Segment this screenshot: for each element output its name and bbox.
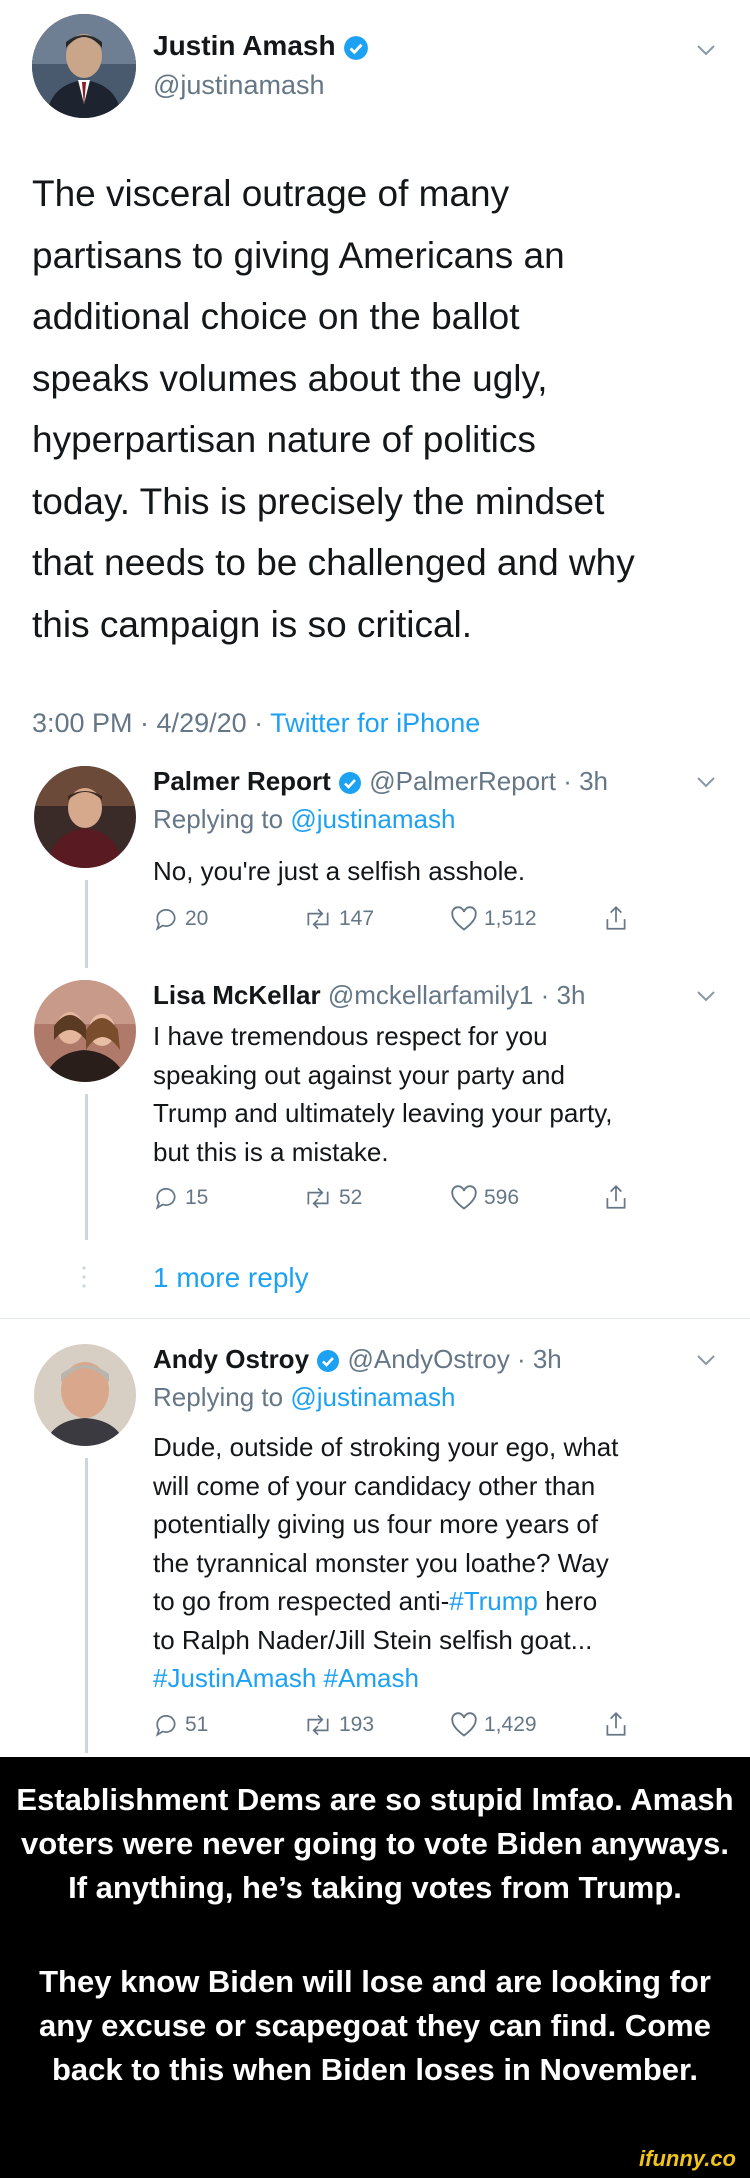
person-avatar-icon — [34, 766, 136, 868]
thread-line — [85, 880, 88, 968]
reply-header: Lisa McKellar @mckellarfamily1 · 3h — [153, 980, 585, 1011]
reply-header: Andy Ostroy @AndyOstroy · 3h — [153, 1344, 562, 1375]
retweet-icon — [307, 1714, 329, 1736]
reply-author-name[interactable]: Lisa McKellar — [153, 980, 321, 1010]
retweet-action[interactable]: 147 — [303, 906, 374, 932]
verified-badge-icon — [317, 1350, 340, 1373]
reply-header: Palmer Report @PalmerReport · 3h — [153, 766, 608, 797]
thread-dots-icon — [82, 1266, 86, 1288]
person-avatar-icon — [34, 980, 136, 1082]
reply-handle-time[interactable]: @PalmerReport · 3h — [369, 766, 608, 796]
chevron-down-icon[interactable] — [696, 990, 716, 1002]
more-replies-link[interactable]: 1 more reply — [153, 1262, 309, 1294]
verified-badge-icon — [344, 35, 369, 60]
like-action[interactable]: 1,429 — [450, 1712, 537, 1738]
reply-action[interactable]: 51 — [153, 1712, 208, 1738]
reply-author-name[interactable]: Palmer Report — [153, 766, 331, 796]
ifunny-watermark: ifunny.co — [639, 2146, 736, 2171]
hashtag-links[interactable]: #JustinAmash #Amash — [153, 1659, 713, 1698]
replying-to-link[interactable]: @justinamash — [290, 804, 455, 834]
heart-icon — [451, 906, 477, 931]
caption-paragraph-1: Establishment Dems are so stupid lmfao. … — [16, 1782, 734, 1905]
main-tweet-text: The visceral outrage of many partisans t… — [32, 173, 635, 645]
divider — [0, 1318, 750, 1319]
share-icon — [606, 1185, 626, 1209]
share-action[interactable] — [604, 904, 628, 932]
heart-icon — [451, 1185, 477, 1210]
replying-to: Replying to @justinamash — [153, 804, 456, 834]
reply-avatar-lisa[interactable] — [34, 980, 136, 1082]
hashtag-link[interactable]: #Trump — [449, 1586, 538, 1616]
tweet-timestamp: 3:00 PM · 4/29/20 · — [32, 708, 271, 738]
reply-handle-time[interactable]: @AndyOstroy · 3h — [348, 1344, 562, 1374]
comment-icon — [155, 1188, 176, 1210]
heart-icon — [451, 1712, 477, 1737]
share-icon — [606, 1712, 626, 1736]
retweet-icon — [307, 908, 329, 930]
comment-icon — [155, 909, 176, 931]
main-tweet-meta: 3:00 PM · 4/29/20 · Twitter for iPhone — [32, 708, 480, 739]
reply-action[interactable]: 20 — [153, 906, 208, 932]
like-action[interactable]: 1,512 — [450, 906, 537, 932]
reply-text: I have tremendous respect for you speaki… — [153, 1021, 613, 1167]
thread-line — [85, 1458, 88, 1753]
share-action[interactable] — [604, 1183, 628, 1211]
reply-text: Dude, outside of stroking your ego, what… — [153, 1428, 713, 1698]
chevron-down-icon[interactable] — [696, 776, 716, 788]
reply-author-name[interactable]: Andy Ostroy — [153, 1344, 309, 1374]
like-action[interactable]: 596 — [450, 1185, 519, 1211]
reply-avatar-palmer[interactable] — [34, 766, 136, 868]
share-action[interactable] — [604, 1710, 628, 1738]
reply-handle-time[interactable]: @mckellarfamily1 · 3h — [328, 980, 586, 1010]
caption-paragraph-2: They know Biden will lose and are lookin… — [39, 1964, 711, 2087]
person-avatar-icon — [34, 1344, 136, 1446]
chevron-down-icon[interactable] — [696, 1354, 716, 1366]
reply-text: No, you're just a selfish asshole. — [153, 856, 526, 886]
share-icon — [606, 906, 626, 930]
retweet-action[interactable]: 193 — [303, 1712, 374, 1738]
comment-icon — [155, 1715, 176, 1737]
reply-action[interactable]: 15 — [153, 1185, 208, 1211]
verified-badge-icon — [338, 772, 361, 795]
tweet-source-link[interactable]: Twitter for iPhone — [270, 708, 480, 738]
retweet-action[interactable]: 52 — [303, 1185, 362, 1211]
person-avatar-icon — [32, 14, 136, 118]
main-avatar[interactable] — [32, 14, 136, 118]
main-author-handle[interactable]: @justinamash — [153, 70, 324, 101]
retweet-icon — [307, 1187, 329, 1209]
chevron-down-icon[interactable] — [696, 44, 716, 56]
reply-avatar-andy[interactable] — [34, 1344, 136, 1446]
replying-to: Replying to @justinamash — [153, 1382, 456, 1412]
replying-to-link[interactable]: @justinamash — [290, 1382, 455, 1412]
thread-line — [85, 1094, 88, 1240]
main-author-name[interactable]: Justin Amash — [153, 30, 369, 62]
